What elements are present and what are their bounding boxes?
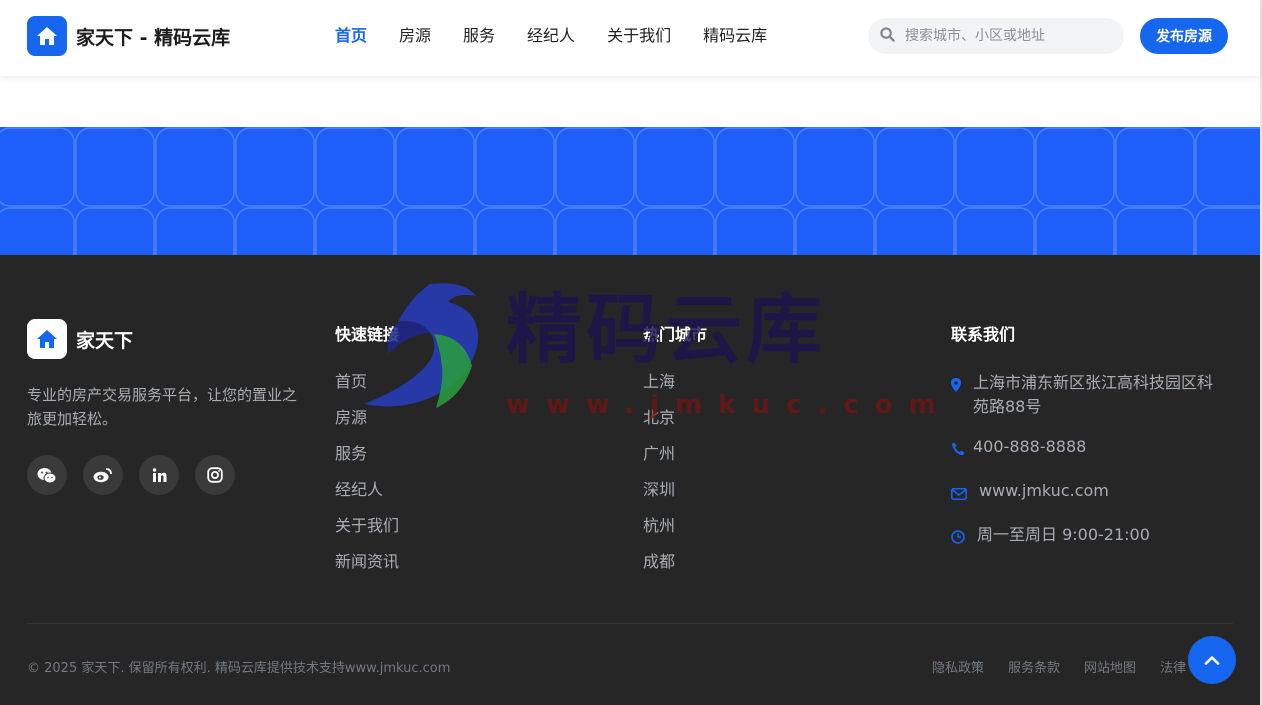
nav-item-jmkuc[interactable]: 精码云库	[703, 25, 767, 47]
site-title: 家天下 - 精码云库	[76, 26, 231, 49]
footer-brand: 家天下	[76, 329, 134, 352]
city-link-guangzhou[interactable]: 广州	[643, 443, 675, 479]
contact-hours-text: 周一至周日 9:00-21:00	[977, 525, 1150, 544]
quick-link-services[interactable]: 服务	[335, 443, 399, 479]
contact-title: 联系我们	[951, 325, 1016, 344]
nav-item-home[interactable]: 首页	[335, 25, 367, 47]
contact-website: www.jmkuc.com	[951, 479, 1221, 507]
wechat-icon[interactable]	[27, 455, 67, 495]
hot-cities-title: 热门城市	[643, 325, 708, 344]
back-to-top-button[interactable]	[1188, 636, 1236, 684]
contact-list: 上海市浦东新区张江高科技园区科苑路88号 400-888-8888 www.jm…	[951, 371, 1221, 567]
footer-description: 专业的房产交易服务平台，让您的置业之旅更加轻松。	[27, 386, 298, 428]
phone-icon	[951, 435, 973, 463]
nav-item-services[interactable]: 服务	[463, 25, 495, 47]
site-header: 家天下 - 精码云库 首页 房源 服务 经纪人 关于我们 精码云库 发布房源	[0, 0, 1260, 76]
terms-of-service-link[interactable]: 服务条款	[1008, 657, 1060, 676]
contact-phone-text[interactable]: 400-888-8888	[973, 435, 1086, 459]
sitemap-link[interactable]: 网站地图	[1084, 657, 1136, 676]
band-pattern	[0, 127, 1260, 255]
copyright-text: © 2025 家天下. 保留所有权利. 精码云库提供技术支持www.jmkuc.…	[27, 661, 451, 676]
contact-phone: 400-888-8888	[951, 435, 1221, 463]
quick-link-agents[interactable]: 经纪人	[335, 479, 399, 515]
search-icon	[880, 26, 895, 46]
quick-link-home[interactable]: 首页	[335, 371, 399, 407]
pattern-band	[0, 127, 1260, 255]
quick-links-title: 快速链接	[335, 325, 400, 344]
search-box	[868, 18, 1124, 54]
hot-cities-list: 上海 北京 广州 深圳 杭州 成都	[643, 371, 675, 587]
footer-logo[interactable]: 家天下	[27, 319, 133, 359]
contact-website-text[interactable]: www.jmkuc.com	[979, 479, 1109, 503]
footer-divider	[27, 623, 1233, 624]
contact-hours: 周一至周日 9:00-21:00	[951, 523, 1221, 551]
nav-item-about[interactable]: 关于我们	[607, 25, 671, 47]
site-logo[interactable]: 家天下 - 精码云库	[27, 16, 230, 56]
instagram-icon[interactable]	[195, 455, 235, 495]
legal-link[interactable]: 法律	[1160, 657, 1186, 676]
city-link-hangzhou[interactable]: 杭州	[643, 515, 675, 551]
city-link-shenzhen[interactable]: 深圳	[643, 479, 675, 515]
legal-links: 隐私政策 服务条款 网站地图 法律	[932, 657, 1210, 676]
quick-link-about[interactable]: 关于我们	[335, 515, 399, 551]
location-pin-icon	[951, 371, 973, 399]
quick-link-listings[interactable]: 房源	[335, 407, 399, 443]
envelope-icon	[951, 479, 979, 507]
main-nav: 首页 房源 服务 经纪人 关于我们 精码云库	[335, 25, 799, 47]
city-link-shanghai[interactable]: 上海	[643, 371, 675, 407]
city-link-beijing[interactable]: 北京	[643, 407, 675, 443]
contact-address: 上海市浦东新区张江高科技园区科苑路88号	[951, 371, 1221, 419]
chevron-up-icon	[1204, 656, 1220, 665]
linkedin-icon[interactable]	[139, 455, 179, 495]
weibo-icon[interactable]	[83, 455, 123, 495]
clock-icon	[951, 523, 977, 551]
social-links	[27, 455, 251, 495]
home-icon	[27, 319, 67, 359]
contact-address-text: 上海市浦东新区张江高科技园区科苑路88号	[973, 373, 1214, 416]
site-footer: 家天下 专业的房产交易服务平台，让您的置业之旅更加轻松。 快速链接 首页 房源 …	[0, 255, 1260, 705]
publish-listing-button[interactable]: 发布房源	[1140, 18, 1228, 54]
city-link-chengdu[interactable]: 成都	[643, 551, 675, 587]
privacy-policy-link[interactable]: 隐私政策	[932, 657, 984, 676]
nav-item-listings[interactable]: 房源	[399, 25, 431, 47]
nav-item-agents[interactable]: 经纪人	[527, 25, 575, 47]
quick-link-news[interactable]: 新闻资讯	[335, 551, 399, 587]
home-icon	[27, 16, 67, 56]
quick-links-list: 首页 房源 服务 经纪人 关于我们 新闻资讯	[335, 371, 399, 587]
search-input[interactable]	[905, 28, 1105, 44]
